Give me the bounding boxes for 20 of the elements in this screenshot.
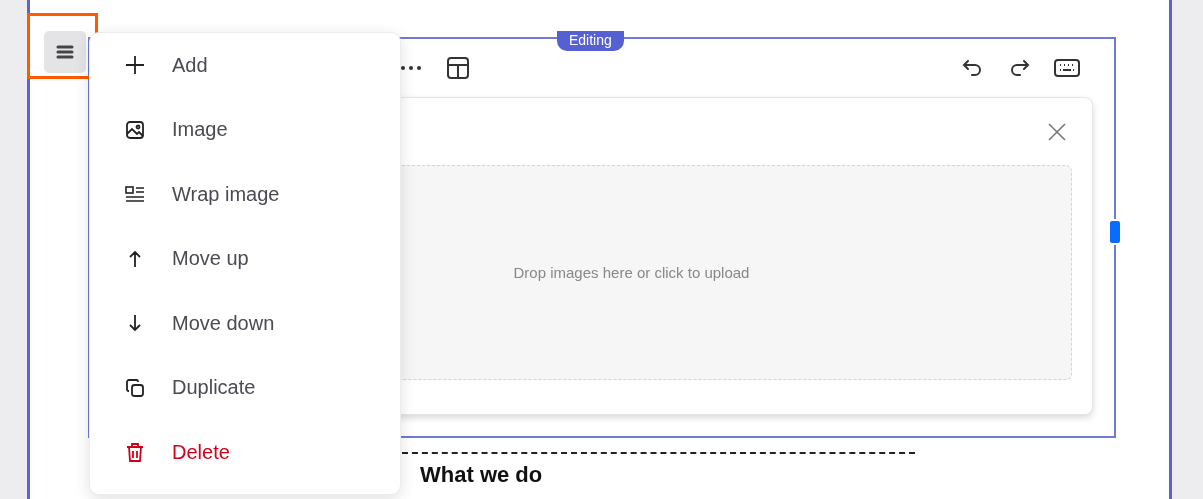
table-icon[interactable]: [446, 56, 470, 80]
menu-button[interactable]: [44, 31, 86, 73]
more-icon[interactable]: [400, 65, 422, 71]
section-heading: What we do: [420, 462, 544, 488]
wrap-image-icon: [124, 186, 146, 203]
drop-hint: Drop images here or click to upload: [513, 264, 750, 281]
menu-item[interactable]: Image: [90, 97, 400, 162]
image-icon: [124, 120, 146, 139]
menu-item[interactable]: Add: [90, 33, 400, 98]
close-icon[interactable]: [1048, 122, 1066, 141]
menu-item[interactable]: Delete: [90, 420, 400, 485]
keyboard-icon[interactable]: [1054, 59, 1080, 77]
redo-icon[interactable]: [1008, 58, 1030, 78]
editing-badge: Editing: [557, 31, 624, 51]
menu-icon: [56, 45, 74, 59]
copy-icon: [124, 378, 146, 397]
plus-icon: [124, 55, 146, 76]
trash-icon: [124, 442, 146, 463]
resize-handle[interactable]: [1108, 219, 1122, 245]
undo-icon[interactable]: [962, 58, 984, 78]
